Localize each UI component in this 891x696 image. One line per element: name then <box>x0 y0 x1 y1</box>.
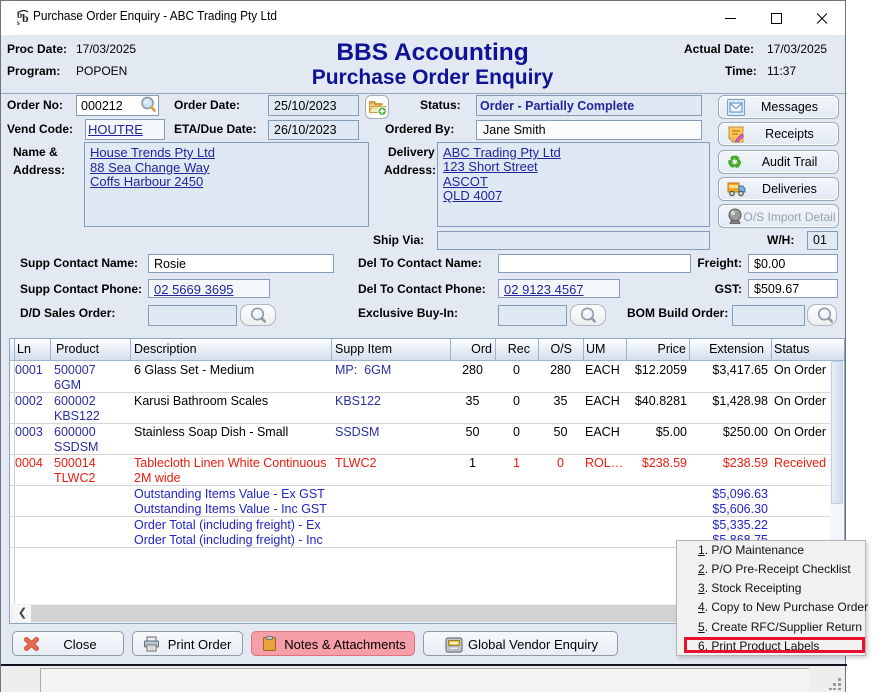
svg-text:s: s <box>17 19 20 26</box>
svg-text:b: b <box>22 11 29 25</box>
